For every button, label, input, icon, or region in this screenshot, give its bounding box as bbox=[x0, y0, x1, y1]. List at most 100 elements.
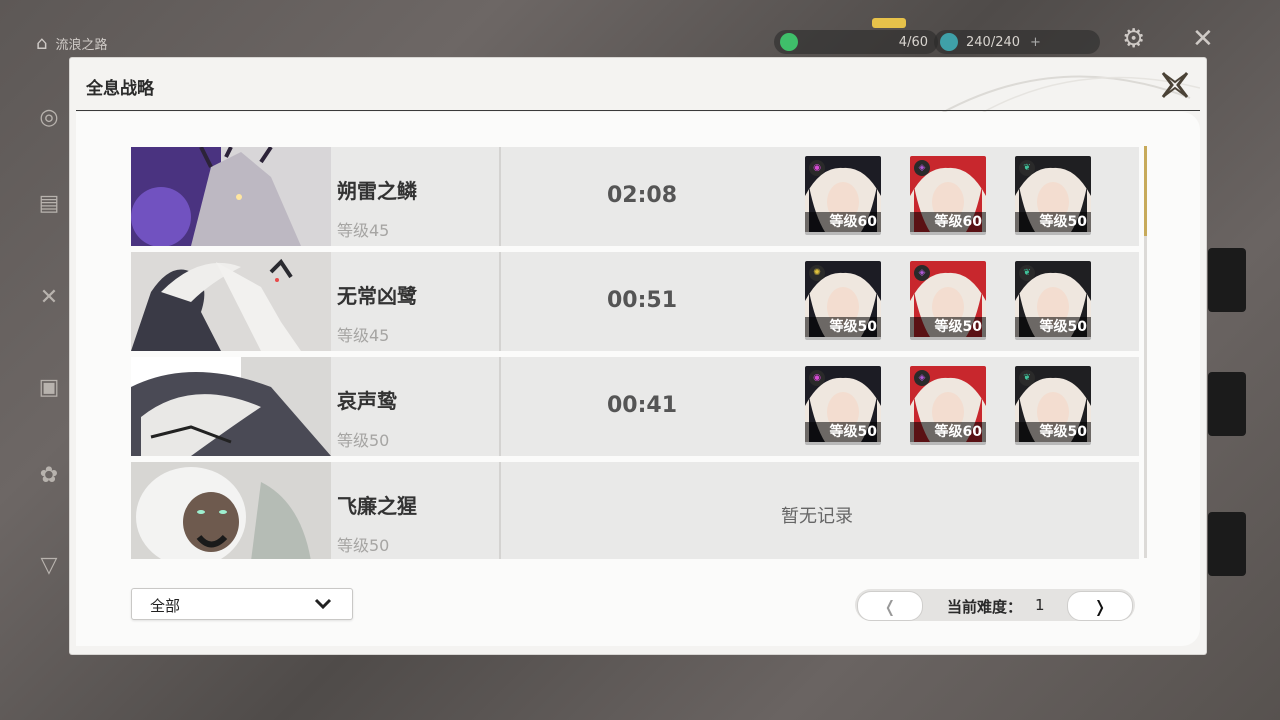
boss-info: 飞廉之猩 等级50 bbox=[331, 462, 499, 559]
sidebar-bag-icon[interactable]: ✿ bbox=[32, 458, 66, 492]
team-member[interactable]: ◉ 等级60 bbox=[805, 156, 881, 235]
clear-time: 00:41 bbox=[607, 393, 678, 418]
electro-icon: ◉ bbox=[809, 160, 825, 176]
filter-selected-value: 全部 bbox=[150, 597, 181, 615]
boss-heron-image bbox=[131, 252, 331, 351]
difficulty-label: 当前难度： bbox=[947, 598, 1023, 616]
row-divider bbox=[499, 147, 501, 246]
rarity-bar bbox=[1015, 232, 1091, 235]
character-level: 等级60 bbox=[805, 212, 881, 232]
resource-counter-1[interactable]: 4/60 bbox=[774, 30, 938, 54]
team-member[interactable]: ❦ 等级50 bbox=[1015, 156, 1091, 235]
aero-icon: ❦ bbox=[1019, 265, 1035, 281]
boss-thunder-scale-image bbox=[131, 147, 331, 246]
boss-info: 朔雷之鳞 等级45 bbox=[331, 147, 499, 246]
boss-portrait bbox=[131, 357, 331, 456]
title-divider bbox=[76, 110, 1200, 111]
sidebar-filter-icon[interactable]: ▽ bbox=[32, 548, 66, 582]
rarity-bar bbox=[805, 337, 881, 340]
character-level: 等级50 bbox=[805, 422, 881, 442]
chevron-down-icon bbox=[314, 598, 332, 610]
character-level: 等级60 bbox=[910, 422, 986, 442]
boss-portrait bbox=[131, 147, 331, 246]
boss-name: 朔雷之鳞 bbox=[337, 179, 417, 203]
rarity-bar bbox=[910, 232, 986, 235]
rarity-bar bbox=[805, 442, 881, 445]
boss-list[interactable]: 朔雷之鳞 等级45 02:08 ◉ 等级60 ◈ 等级60 ❦ 等级50 无常凶… bbox=[131, 147, 1146, 559]
boss-name: 飞廉之猩 bbox=[337, 494, 417, 518]
clear-time: 00:51 bbox=[607, 288, 678, 313]
resource-counter-2[interactable]: 240/240 + bbox=[934, 30, 1100, 54]
row-divider bbox=[499, 252, 501, 351]
team-member[interactable]: ✺ 等级50 bbox=[805, 261, 881, 340]
exit-icon[interactable]: ✕ bbox=[1192, 24, 1214, 54]
difficulty-value: 1 bbox=[1035, 596, 1045, 614]
boss-row[interactable]: 哀声鸷 等级50 00:41 ◉ 等级50 ◈ 等级60 ❦ 等级50 bbox=[131, 357, 1139, 456]
character-level: 等级50 bbox=[1015, 317, 1091, 337]
close-x-icon bbox=[1161, 72, 1189, 98]
boss-level: 等级50 bbox=[337, 536, 390, 555]
havoc-icon: ◈ bbox=[914, 160, 930, 176]
chevron-right-icon: ❭ bbox=[1093, 596, 1107, 616]
clear-time: 02:08 bbox=[607, 183, 678, 208]
boss-portrait bbox=[131, 462, 331, 559]
boss-level: 等级45 bbox=[337, 326, 390, 345]
scrollbar-thumb[interactable] bbox=[1144, 146, 1147, 236]
team-member[interactable]: ◈ 等级50 bbox=[910, 261, 986, 340]
rarity-bar bbox=[1015, 442, 1091, 445]
resource-1-value: 4/60 bbox=[898, 34, 928, 50]
rarity-bar bbox=[805, 232, 881, 235]
team-member[interactable]: ◈ 等级60 bbox=[910, 156, 986, 235]
boss-name: 哀声鸷 bbox=[337, 389, 397, 413]
sidebar-document-icon[interactable]: ▤ bbox=[32, 186, 66, 220]
resource-2-icon bbox=[940, 33, 958, 51]
spectro-icon: ✺ bbox=[809, 265, 825, 281]
boss-row[interactable]: 飞廉之猩 等级50 暂无记录 bbox=[131, 462, 1139, 559]
boss-level: 等级50 bbox=[337, 431, 390, 450]
rarity-bar bbox=[910, 337, 986, 340]
boss-row[interactable]: 朔雷之鳞 等级45 02:08 ◉ 等级60 ◈ 等级60 ❦ 等级50 bbox=[131, 147, 1139, 246]
team-member[interactable]: ❦ 等级50 bbox=[1015, 261, 1091, 340]
settings-icon[interactable]: ⚙ bbox=[1122, 24, 1145, 54]
sidebar-target-icon[interactable]: ◎ bbox=[32, 100, 66, 134]
boss-info: 哀声鸷 等级50 bbox=[331, 357, 499, 456]
resource-badge bbox=[872, 18, 906, 28]
row-divider bbox=[499, 357, 501, 456]
resource-1-icon bbox=[780, 33, 798, 51]
electro-icon: ◉ bbox=[809, 370, 825, 386]
havoc-icon: ◈ bbox=[914, 265, 930, 281]
add-icon[interactable]: + bbox=[1030, 35, 1041, 50]
havoc-icon: ◈ bbox=[914, 370, 930, 386]
team-member[interactable]: ◉ 等级50 bbox=[805, 366, 881, 445]
boss-feilian-ape-image bbox=[131, 462, 331, 559]
no-record-text: 暂无记录 bbox=[781, 506, 853, 527]
sidebar-camera-icon[interactable]: ▣ bbox=[32, 370, 66, 404]
boss-row[interactable]: 无常凶鹭 等级45 00:51 ✺ 等级50 ◈ 等级50 ❦ 等级50 bbox=[131, 252, 1139, 351]
aero-icon: ❦ bbox=[1019, 370, 1035, 386]
rarity-bar bbox=[1015, 337, 1091, 340]
chevron-left-icon: ❬ bbox=[883, 596, 897, 616]
difficulty-pager: ❬ 当前难度： 1 ❭ bbox=[855, 589, 1135, 621]
resource-2-value: 240/240 bbox=[966, 34, 1021, 50]
boss-name: 无常凶鹭 bbox=[337, 284, 417, 308]
aero-icon: ❦ bbox=[1019, 160, 1035, 176]
sidebar-crossed-icon[interactable]: ✕ bbox=[32, 280, 66, 314]
team-member[interactable]: ◈ 等级60 bbox=[910, 366, 986, 445]
category-filter-dropdown[interactable]: 全部 bbox=[131, 588, 353, 620]
character-level: 等级50 bbox=[805, 317, 881, 337]
next-difficulty-button[interactable]: ❭ bbox=[1067, 591, 1133, 621]
side-card-2 bbox=[1208, 372, 1246, 436]
character-level: 等级60 bbox=[910, 212, 986, 232]
boss-lament-bird-image bbox=[131, 357, 331, 456]
prev-difficulty-button[interactable]: ❬ bbox=[857, 591, 923, 621]
character-level: 等级50 bbox=[1015, 212, 1091, 232]
close-button[interactable] bbox=[1158, 68, 1192, 102]
hud-location: ⌂ 流浪之路 bbox=[36, 28, 107, 58]
character-level: 等级50 bbox=[910, 317, 986, 337]
side-card-3 bbox=[1208, 512, 1246, 576]
hud-location-label: 流浪之路 bbox=[55, 37, 108, 53]
boss-info: 无常凶鹭 等级45 bbox=[331, 252, 499, 351]
row-divider bbox=[499, 462, 501, 559]
home-icon: ⌂ bbox=[36, 32, 48, 54]
team-member[interactable]: ❦ 等级50 bbox=[1015, 366, 1091, 445]
